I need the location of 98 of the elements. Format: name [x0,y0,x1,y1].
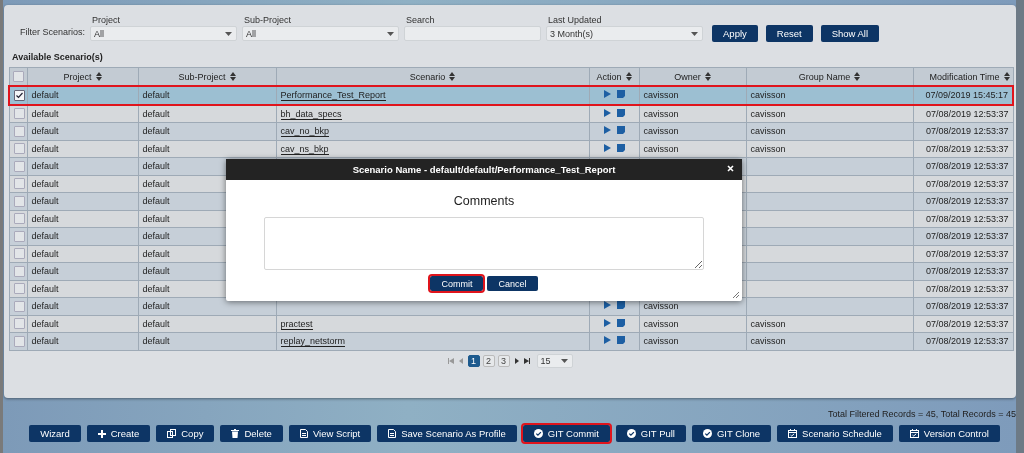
row-checkbox[interactable] [13,160,25,172]
table-cell: cavisson [750,336,786,347]
table-cell: cavisson [750,90,786,101]
table-cell: cavisson [750,318,786,329]
table-cell: cavisson [750,126,786,137]
check-circle-icon [703,429,712,438]
field-label: Sub-Project [244,15,293,25]
search-field[interactable] [404,26,542,41]
select-all-checkbox[interactable] [12,71,24,82]
check-circle-icon [533,429,543,438]
dropdown-field[interactable]: All [242,26,400,41]
row-checkbox[interactable] [13,283,25,295]
records-summary: Total Filtered Records = 45, Total Records = 45 [828,409,1016,419]
toolbar-button[interactable]: GIT Commit [522,425,610,442]
toolbar-button[interactable]: Copy [156,425,215,442]
copy-icon [167,429,177,438]
filter-button[interactable]: Reset [765,25,813,42]
toolbar-button[interactable]: Scenario Schedule [777,425,893,442]
row-checkbox[interactable] [13,230,25,242]
dialog-button[interactable]: Cancel [487,276,538,291]
table-cell: 07/09/2019 15:45:17 [913,86,1013,105]
section-title: Available Scenario(s) [11,51,104,64]
filter-button[interactable]: Apply [712,25,758,42]
first-page-icon[interactable] [447,357,454,364]
dropdown-caret-icon [225,31,233,36]
scenario-link[interactable]: bh_data_specs [280,108,342,120]
filter-label: Filter Scenarios: [20,27,86,37]
table-cell: default [138,86,276,105]
row-checkbox[interactable] [13,143,25,155]
next-page-icon[interactable] [514,357,519,364]
scenario-link[interactable]: cav_ns_bkp [280,143,329,155]
table-cell: cavisson [643,108,679,119]
row-checkbox[interactable] [13,335,25,347]
toolbar-button[interactable]: Wizard [29,425,81,442]
field-label: Last Updated [548,15,603,25]
row-checkbox[interactable] [13,300,25,312]
toolbar-button[interactable]: View Script [288,425,372,442]
table-cell: cavisson [643,336,679,347]
dropdown-field[interactable]: 3 Month(s) [546,26,704,41]
page-button[interactable]: 2 [482,354,495,367]
table-cell: cavisson [643,318,679,329]
field-label: Search [406,15,436,25]
sort-icon[interactable] [704,72,711,81]
sort-icon[interactable] [95,72,102,81]
page-button[interactable]: 1 [467,354,480,367]
table-cell: cavisson [643,126,679,137]
toolbar-button[interactable]: Save Scenario As Profile [377,425,517,442]
row-checkbox[interactable] [13,125,25,137]
page-size-dropdown[interactable]: 15 [536,353,573,368]
calendar-icon [909,429,919,438]
table-cell: cavisson [750,143,786,154]
toolbar-button[interactable]: Version Control [898,425,1000,442]
document-icon [299,429,308,438]
dropdown-caret-icon [560,358,568,363]
sort-icon[interactable] [449,72,456,81]
close-icon[interactable] [727,165,734,172]
scenario-link[interactable]: cav_no_bkp [280,126,330,138]
table-cell: default [27,86,138,105]
document-icon [388,429,397,438]
trash-icon [231,429,240,438]
row-checkbox[interactable] [13,248,25,260]
table-cell: cavisson [643,301,679,312]
field-label: Project [92,15,122,25]
toolbar-button[interactable]: GIT Clone [692,425,772,442]
last-page-icon[interactable] [523,357,530,364]
comments-field[interactable] [264,217,704,270]
row-checkbox[interactable] [13,108,25,120]
check-circle-icon [626,429,636,438]
resize-grip-icon[interactable] [733,292,739,298]
sort-icon[interactable] [229,72,236,81]
row-checkbox[interactable] [13,178,25,190]
dialog-title: Scenario Name - default/default/Performance_Test_Report [352,164,616,175]
toolbar-button[interactable]: Delete [220,425,283,442]
page-button[interactable]: 3 [497,354,510,367]
dropdown-field[interactable]: All [90,26,238,41]
row-checkbox[interactable] [13,318,25,330]
filter-button[interactable]: Show All [820,25,880,42]
row-checkbox[interactable] [13,195,25,207]
dialog-heading: Comments [453,194,515,208]
row-checkbox[interactable] [14,89,25,101]
sort-icon[interactable] [1003,72,1010,81]
table-cell: cavisson [750,108,786,119]
table-cell: cavisson [643,90,679,101]
toolbar-button[interactable]: Create [86,425,151,442]
dropdown-caret-icon [387,31,395,36]
dialog-button[interactable]: Commit [430,276,484,291]
plus-icon [97,429,106,438]
dropdown-caret-icon [691,31,699,36]
toolbar-button[interactable]: GIT Pull [615,425,686,442]
sort-icon[interactable] [854,72,861,81]
previous-page-icon[interactable] [458,357,463,364]
sort-icon[interactable] [625,72,632,81]
table-cell: cavisson [643,143,679,154]
scenario-link[interactable]: practest [280,318,313,330]
calendar-icon [788,429,798,438]
scenario-link[interactable]: replay_netstorm [280,336,346,348]
row-checkbox[interactable] [13,213,25,225]
row-checkbox[interactable] [13,265,25,277]
